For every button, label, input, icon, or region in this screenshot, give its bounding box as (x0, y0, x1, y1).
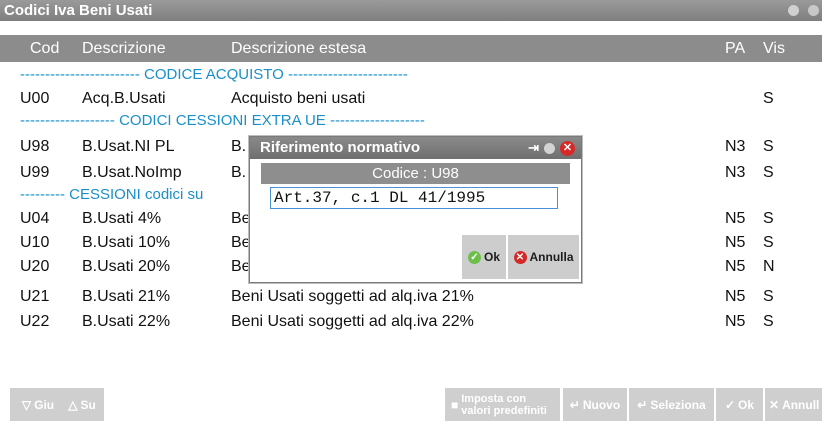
enter-icon: ↵ (637, 397, 648, 412)
circle-icon[interactable] (544, 142, 555, 154)
table-header: Cod Descrizione Descrizione estesa PA Vi… (0, 35, 822, 62)
cell-descrizione: B.Usati 10% (82, 234, 171, 251)
section-label: ------------------- CODICI CESSIONI EXTR… (20, 112, 425, 129)
dialog-titlebar: Riferimento normativo ⇥ ✕ (250, 137, 581, 159)
cell-cod: U10 (20, 234, 50, 251)
ok-button[interactable]: ✓ Ok (716, 388, 763, 421)
cell-vis: N (763, 258, 775, 275)
enter-icon: ↵ (569, 397, 580, 412)
cell-descrizione: B.Usati 4% (82, 210, 162, 227)
cell-pa: N5 (725, 313, 746, 330)
imposta-predefiniti-button[interactable]: ■ Imposta con valori predefiniti (445, 388, 560, 421)
cell-cod: U20 (20, 258, 50, 275)
cell-pa: N5 (725, 234, 746, 251)
close-icon: ✕ (769, 397, 780, 412)
nuovo-label: Nuovo (582, 397, 621, 412)
annulla-label: Annull (782, 397, 820, 412)
arrow-up-icon: △ (68, 397, 78, 412)
imposta-label: Imposta con valori predefiniti (461, 393, 547, 417)
cell-cod: U04 (20, 210, 50, 227)
check-icon: ✓ (724, 397, 736, 412)
column-header-cod[interactable]: Cod (30, 35, 59, 62)
dialog-title: Riferimento normativo (260, 139, 421, 156)
cell-vis: S (763, 234, 774, 251)
column-header-descrizione[interactable]: Descrizione (82, 35, 166, 62)
seleziona-label: Seleziona (650, 397, 706, 412)
check-icon: ✓ (467, 250, 481, 264)
close-icon[interactable]: ✕ (560, 140, 575, 156)
ok-label: Ok (738, 397, 755, 412)
cell-pa: N3 (725, 138, 746, 155)
cell-pa: N5 (725, 258, 746, 275)
imposta-line1: Imposta con (461, 392, 527, 405)
cell-pa: N5 (725, 210, 746, 227)
cell-descrizione-estesa: Be (231, 210, 251, 227)
section-separator: ------------------- CODICI CESSIONI EXTR… (0, 108, 822, 134)
cell-descrizione-estesa: Be (231, 234, 251, 251)
cell-pa: N5 (725, 288, 746, 305)
cell-descrizione: B.Usati 20% (82, 258, 171, 275)
annulla-button[interactable]: ✕ Annull (765, 388, 822, 421)
table-row[interactable]: U21 B.Usati 21% Beni Usati soggetti ad a… (0, 284, 822, 310)
cell-vis: S (763, 288, 774, 305)
cell-descrizione-estesa: B. (231, 138, 247, 155)
cell-vis: S (763, 138, 774, 155)
cell-descrizione: B.Usati 22% (82, 313, 171, 330)
cell-descrizione-estesa: Beni Usati soggetti ad alq.iva 22% (231, 313, 474, 330)
giu-button[interactable]: ▽ Giu (10, 388, 66, 421)
section-separator: ------------------------ CODICE ACQUISTO… (0, 62, 822, 88)
close-icon: ✕ (513, 250, 527, 264)
window-titlebar: Codici Iva Beni Usati (0, 0, 822, 21)
cell-descrizione-estesa: Be (231, 258, 251, 275)
column-header-pa[interactable]: PA (725, 35, 745, 62)
cell-cod: U22 (20, 313, 50, 330)
section-label: ------------------------ CODICE ACQUISTO… (20, 66, 408, 83)
column-header-descrizione-estesa[interactable]: Descrizione estesa (231, 35, 366, 62)
dialog-subtitle: Codice : U98 (261, 163, 570, 184)
riferimento-normativo-dialog: Riferimento normativo ⇥ ✕ Codice : U98 A… (249, 136, 582, 283)
table-row[interactable]: U22 B.Usati 22% Beni Usati soggetti ad a… (0, 309, 822, 335)
cell-vis: S (763, 313, 774, 330)
arrow-down-icon: ▽ (21, 397, 32, 412)
dialog-ok-button[interactable]: ✓ Ok (462, 235, 506, 279)
giu-label: Giu (34, 397, 55, 412)
cell-descrizione-estesa: Beni Usati soggetti ad alq.iva 21% (231, 288, 474, 305)
su-button[interactable]: △ Su (60, 388, 104, 421)
square-icon: ■ (451, 397, 459, 412)
dialog-annulla-button[interactable]: ✕ Annulla (508, 235, 579, 279)
section-label: --------- CESSIONI codici su (20, 186, 204, 203)
minimize-dot-icon[interactable] (788, 5, 799, 16)
cell-descrizione: B.Usati 21% (82, 288, 171, 305)
dialog-ok-label: Ok (483, 250, 500, 264)
cell-descrizione: B.Usat.NI PL (82, 138, 175, 155)
close-icon[interactable] (808, 5, 819, 16)
window-title: Codici Iva Beni Usati (4, 2, 153, 19)
cell-cod: U98 (20, 138, 50, 155)
riferimento-input[interactable]: Art.37, c.1 DL 41/1995 (270, 187, 558, 209)
cell-vis: S (763, 210, 774, 227)
imposta-line2: valori predefiniti (461, 404, 547, 417)
pin-icon[interactable]: ⇥ (528, 140, 539, 156)
cell-cod: U21 (20, 288, 50, 305)
seleziona-button[interactable]: ↵ Seleziona (629, 388, 714, 421)
nuovo-button[interactable]: ↵ Nuovo (563, 388, 627, 421)
dialog-annulla-label: Annulla (529, 250, 574, 264)
su-label: Su (80, 397, 96, 412)
column-header-vis[interactable]: Vis (763, 35, 785, 62)
